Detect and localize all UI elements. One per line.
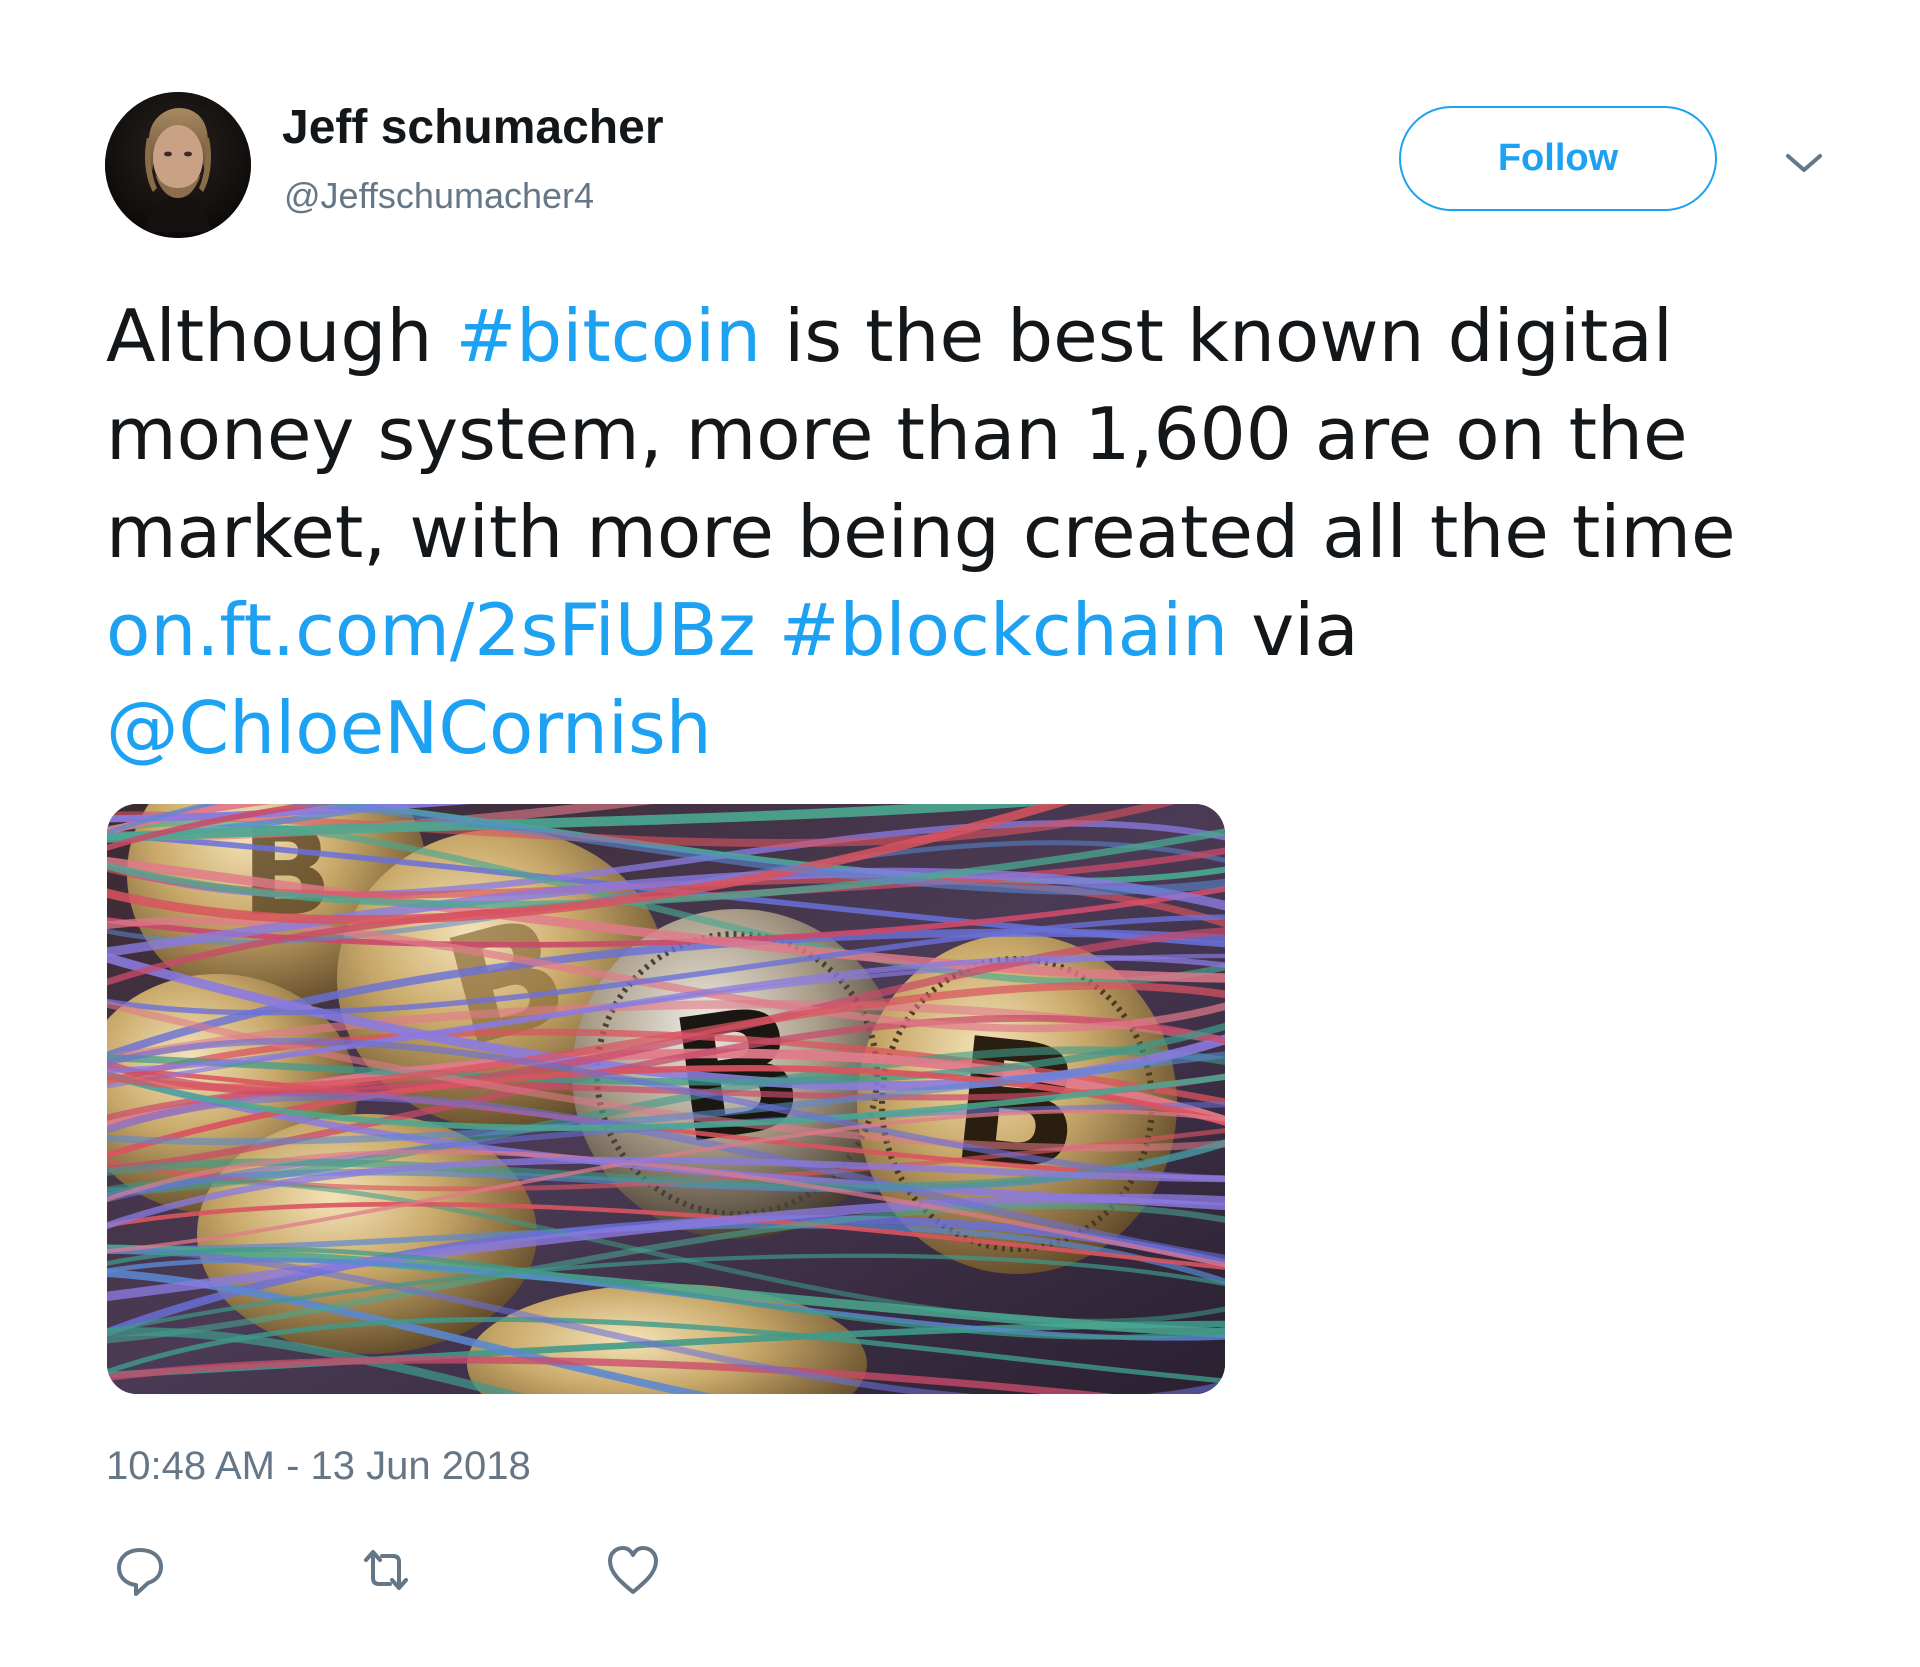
url-link[interactable]: on.ft.com/2sFiUBz [106, 589, 756, 673]
tweet-card: Jeff schumacher @Jeffschumacher4 Follow … [0, 0, 1920, 1667]
heart-icon[interactable] [603, 1540, 663, 1600]
follow-button[interactable]: Follow [1399, 106, 1717, 211]
tweet-timestamp[interactable]: 10:48 AM - 13 Jun 2018 [106, 1442, 531, 1490]
tweet-text-line: Although #bitcoin is the best known digi… [106, 288, 1826, 386]
tweet-text-segment: Although [106, 295, 456, 379]
hashtag-link[interactable]: #bitcoin [455, 295, 761, 379]
reply-icon[interactable] [110, 1540, 170, 1600]
tweet-image[interactable]: B B B B [107, 804, 1225, 1394]
tweet-text: Although #bitcoin is the best known digi… [106, 288, 1826, 778]
tweet-text-segment [756, 589, 779, 673]
tweet-text-line: on.ft.com/2sFiUBz #blockchain via [106, 582, 1826, 680]
display-name[interactable]: Jeff schumacher [282, 98, 664, 158]
user-handle[interactable]: @Jeffschumacher4 [284, 174, 594, 218]
tweet-text-line: market, with more being created all the … [106, 484, 1826, 582]
hashtag-link[interactable]: #blockchain [779, 589, 1228, 673]
tweet-text-segment: market, with more being created all the … [106, 491, 1736, 575]
mention-link[interactable]: @ChloeNCornish [106, 687, 712, 771]
tweet-text-segment: money system, more than 1,600 are on the [106, 393, 1688, 477]
tweet-text-line: money system, more than 1,600 are on the [106, 386, 1826, 484]
avatar[interactable] [105, 92, 251, 238]
chevron-down-icon[interactable] [1782, 148, 1826, 178]
retweet-icon[interactable] [356, 1540, 416, 1600]
tweet-text-line: @ChloeNCornish [106, 680, 1826, 778]
tweet-text-segment: is the best known digital [761, 295, 1673, 379]
tweet-text-segment: via [1228, 589, 1359, 673]
